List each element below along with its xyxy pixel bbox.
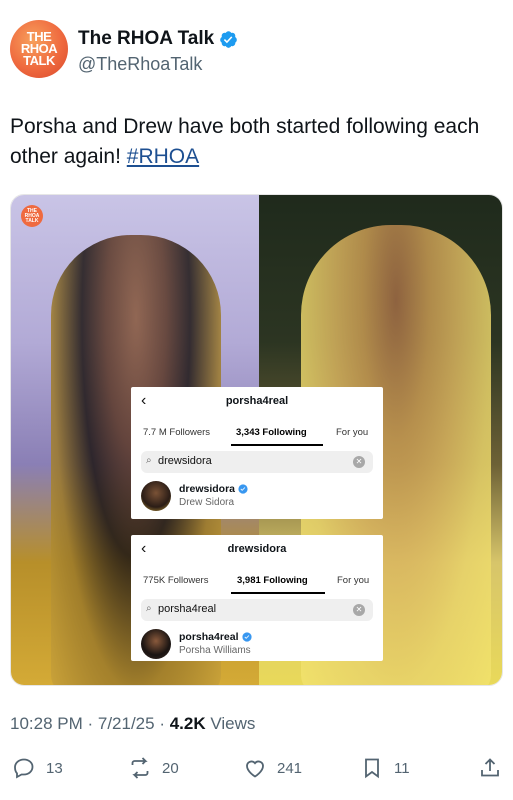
repost-button[interactable]: 20 — [128, 756, 179, 780]
result-avatar — [141, 629, 171, 659]
tweet-time[interactable]: 10:28 PM — [10, 714, 83, 733]
repost-count: 20 — [162, 759, 179, 777]
result-avatar — [141, 481, 171, 511]
reply-button[interactable]: 13 — [12, 756, 63, 780]
share-button[interactable] — [478, 756, 502, 780]
verified-badge-icon — [238, 484, 248, 494]
heart-icon — [246, 760, 264, 778]
search-icon: ⌕ — [146, 455, 152, 466]
author-avatar[interactable]: THE RHOA TALK — [10, 20, 68, 78]
tweet-media[interactable]: THE RHOA TALK ‹ porsha4real 7.7 M Follow… — [10, 194, 503, 686]
result-full-name: Porsha Williams — [179, 645, 251, 656]
author-display-name[interactable]: The RHOA Talk — [78, 28, 238, 50]
author-handle[interactable]: @TheRhoaTalk — [78, 54, 202, 75]
tweet-meta: 10:28 PM · 7/21/25 · 4.2K Views — [10, 714, 256, 733]
tab-followers[interactable]: 775K Followers — [143, 575, 208, 586]
verified-badge-icon — [241, 632, 252, 642]
tab-for-you[interactable]: For you — [336, 427, 368, 438]
search-input[interactable]: ⌕ porsha4real ✕ — [141, 599, 373, 621]
tab-following[interactable]: 3,981 Following — [237, 575, 308, 586]
share-icon — [481, 758, 499, 777]
result-full-name: Drew Sidora — [179, 497, 235, 508]
panel-tabs: 775K Followers 3,981 Following For you — [131, 565, 383, 595]
like-button[interactable]: 241 — [243, 756, 302, 780]
panel-username: drewsidora — [227, 543, 287, 555]
reply-count: 13 — [46, 759, 63, 777]
search-input[interactable]: ⌕ drewsidora ✕ — [141, 451, 373, 473]
active-tab-underline — [231, 592, 325, 594]
clear-search-icon[interactable]: ✕ — [353, 456, 365, 468]
panel-tabs: 7.7 M Followers 3,343 Following For you — [131, 417, 383, 447]
clear-search-icon[interactable]: ✕ — [353, 604, 365, 616]
repost-icon — [131, 757, 149, 779]
active-tab-underline — [231, 444, 323, 446]
tweet-header: THE RHOA TALK The RHOA Talk @TheRhoaTalk — [10, 20, 503, 80]
like-count: 241 — [277, 759, 303, 777]
tab-followers[interactable]: 7.7 M Followers — [143, 427, 210, 438]
bookmark-count: 11 — [394, 759, 410, 777]
bookmark-icon — [365, 758, 379, 779]
tweet-actions: 13 20 241 11 — [0, 752, 513, 784]
rhoa-talk-watermark: THE RHOA TALK — [21, 205, 43, 227]
views-label: Views — [210, 714, 256, 733]
reply-icon — [14, 758, 34, 779]
tab-for-you[interactable]: For you — [337, 575, 369, 586]
panel-username: porsha4real — [225, 395, 289, 407]
verified-badge-icon — [220, 30, 237, 48]
hashtag-link[interactable]: #RHOA — [127, 145, 199, 168]
tab-following[interactable]: 3,343 Following — [236, 427, 307, 438]
search-result-row[interactable]: porsha4real Porsha Williams — [131, 621, 383, 667]
instagram-following-panel: ‹ drewsidora 775K Followers 3,981 Follow… — [131, 535, 383, 661]
tweet-text: Porsha and Drew have both started follow… — [10, 115, 480, 168]
tweet-date[interactable]: 7/21/25 — [98, 714, 155, 733]
search-result-row[interactable]: drewsidora Drew Sidora — [131, 473, 383, 519]
views-count: 4.2K — [169, 714, 206, 733]
bookmark-button[interactable]: 11 — [360, 756, 410, 780]
result-username: drewsidora — [179, 483, 248, 495]
result-username: porsha4real — [179, 631, 252, 643]
instagram-following-panel: ‹ porsha4real 7.7 M Followers 3,343 Foll… — [131, 387, 383, 519]
search-icon: ⌕ — [146, 603, 152, 614]
